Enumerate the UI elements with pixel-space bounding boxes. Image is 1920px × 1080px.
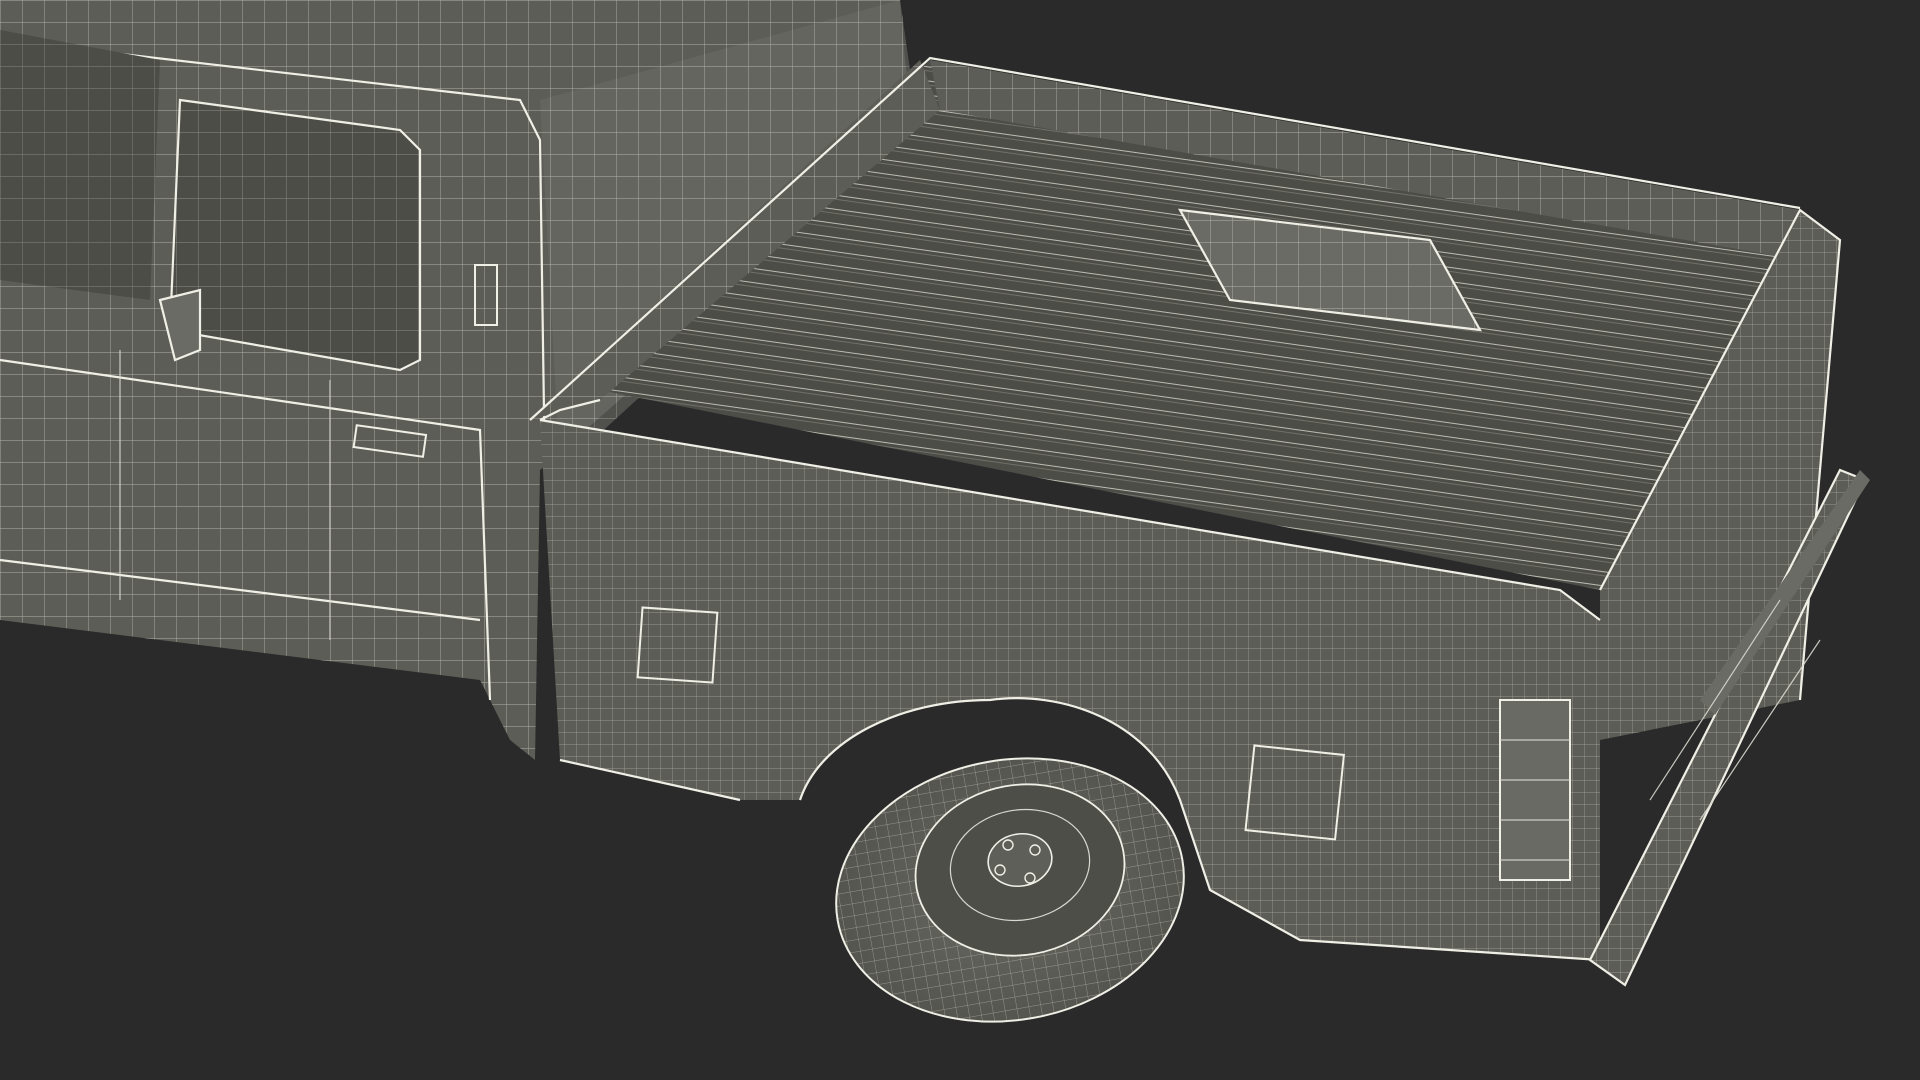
rear-wheel	[835, 757, 1185, 1023]
render-viewport	[0, 0, 1920, 1080]
truck-wireframe-render	[0, 0, 1870, 1023]
